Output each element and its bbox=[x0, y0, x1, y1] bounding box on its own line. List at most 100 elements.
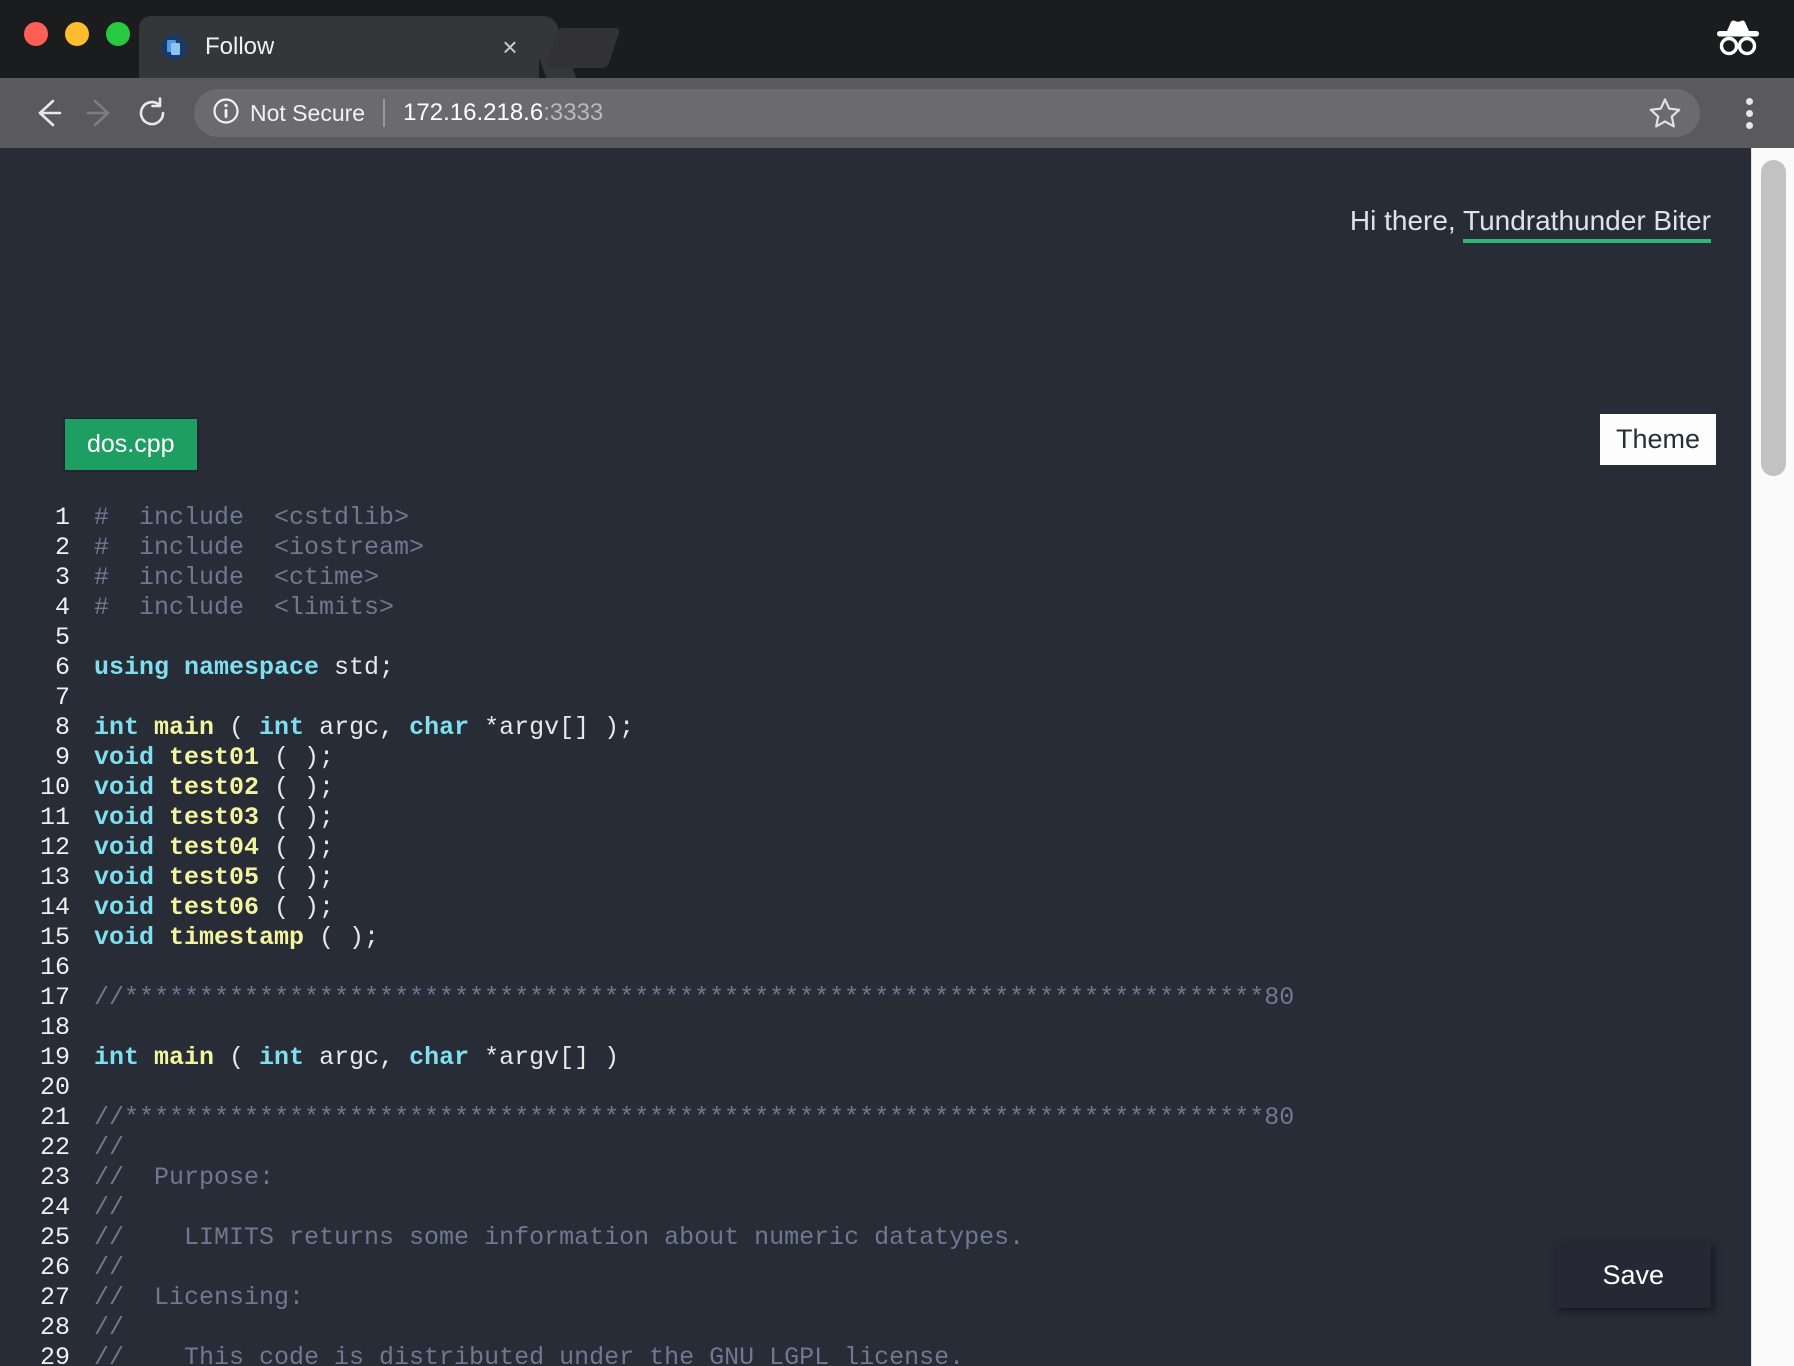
code-line: 20 bbox=[28, 1073, 1751, 1103]
line-text[interactable]: void test01 ( ); bbox=[94, 743, 1751, 773]
code-token: // LIMITS returns some information about… bbox=[94, 1223, 1025, 1252]
code-token: ( ); bbox=[259, 773, 335, 802]
code-line: 4 # include <limits> bbox=[28, 593, 1751, 623]
background-tab[interactable] bbox=[545, 28, 621, 68]
code-token: void bbox=[94, 803, 170, 832]
code-token: main bbox=[154, 1043, 215, 1072]
line-number: 16 bbox=[39, 953, 70, 982]
line-text[interactable]: // Licensing: bbox=[94, 1283, 1751, 1313]
code-token: // bbox=[94, 1253, 125, 1282]
code-line: 8 int main ( int argc, char *argv[] ); bbox=[28, 713, 1751, 743]
code-line: 19 int main ( int argc, char *argv[] ) bbox=[28, 1043, 1751, 1073]
url-text[interactable]: 172.16.218.6:3333 bbox=[403, 99, 603, 127]
line-text[interactable]: void test06 ( ); bbox=[94, 893, 1751, 923]
code-token: test01 bbox=[169, 743, 260, 772]
code-token: // This code is distributed under the GN… bbox=[94, 1343, 965, 1366]
code-line: 6 using namespace std; bbox=[28, 653, 1751, 683]
line-number: 10 bbox=[39, 773, 70, 802]
code-line: 7 bbox=[28, 683, 1751, 713]
browser-tab-follow[interactable]: Follow × bbox=[139, 16, 539, 78]
three-dot-menu-icon[interactable] bbox=[1726, 87, 1772, 139]
theme-button[interactable]: Theme bbox=[1599, 414, 1716, 466]
line-text[interactable]: //**************************************… bbox=[94, 1103, 1751, 1133]
line-number: 27 bbox=[39, 1283, 70, 1312]
close-icon[interactable]: × bbox=[495, 32, 525, 62]
line-text[interactable]: void test02 ( ); bbox=[94, 773, 1751, 803]
code-token: ( ); bbox=[304, 923, 380, 952]
back-arrow-icon[interactable] bbox=[22, 87, 74, 139]
forward-arrow-icon bbox=[74, 87, 126, 139]
line-text[interactable]: # include <iostream> bbox=[94, 533, 1751, 563]
url-host: 172.16.218.6 bbox=[403, 99, 544, 126]
line-text[interactable]: // bbox=[94, 1313, 1751, 1343]
line-number: 12 bbox=[39, 833, 70, 862]
code-token: //**************************************… bbox=[94, 1103, 1295, 1132]
line-text[interactable]: void test04 ( ); bbox=[94, 833, 1751, 863]
line-text[interactable] bbox=[94, 1073, 1751, 1103]
line-text[interactable]: # include <ctime> bbox=[94, 563, 1751, 593]
line-number: 28 bbox=[39, 1313, 70, 1342]
close-window-button[interactable] bbox=[24, 22, 48, 46]
code-token: test04 bbox=[169, 833, 260, 862]
browser-toolbar: Not Secure 172.16.218.6:3333 bbox=[0, 78, 1794, 148]
line-text[interactable]: void test03 ( ); bbox=[94, 803, 1751, 833]
minimize-window-button[interactable] bbox=[65, 22, 89, 46]
line-number: 25 bbox=[39, 1223, 70, 1252]
line-number: 15 bbox=[39, 923, 70, 952]
line-text[interactable]: void test05 ( ); bbox=[94, 863, 1751, 893]
line-text[interactable]: void timestamp ( ); bbox=[94, 923, 1751, 953]
scrollbar-thumb[interactable] bbox=[1761, 160, 1786, 476]
reload-icon[interactable] bbox=[126, 87, 178, 139]
line-number: 18 bbox=[39, 1013, 70, 1042]
star-icon[interactable] bbox=[1648, 96, 1682, 130]
line-text[interactable]: using namespace std; bbox=[94, 653, 1751, 683]
save-button[interactable]: Save bbox=[1555, 1242, 1711, 1308]
code-token: // bbox=[94, 1193, 125, 1222]
code-line: 1 # include <cstdlib> bbox=[28, 503, 1751, 533]
code-line: 25 // LIMITS returns some information abo… bbox=[28, 1223, 1751, 1253]
line-text[interactable]: // Purpose: bbox=[94, 1163, 1751, 1193]
line-text[interactable] bbox=[94, 623, 1751, 653]
code-token: test02 bbox=[169, 773, 260, 802]
page-scrollbar[interactable] bbox=[1751, 148, 1794, 1366]
line-text[interactable]: // LIMITS returns some information about… bbox=[94, 1223, 1751, 1253]
incognito-icon bbox=[1710, 16, 1766, 60]
code-line: 10 void test02 ( ); bbox=[28, 773, 1751, 803]
line-text[interactable] bbox=[94, 683, 1751, 713]
code-line: 24 // bbox=[28, 1193, 1751, 1223]
line-text[interactable]: //**************************************… bbox=[94, 983, 1751, 1013]
line-text[interactable] bbox=[94, 1013, 1751, 1043]
code-token: ( ); bbox=[259, 863, 335, 892]
line-number: 8 bbox=[54, 713, 70, 742]
line-text[interactable]: # include <limits> bbox=[94, 593, 1751, 623]
maximize-window-button[interactable] bbox=[106, 22, 130, 46]
code-editor[interactable]: 1 # include <cstdlib> 2 # include <iostream… bbox=[28, 503, 1751, 1366]
line-text[interactable]: int main ( int argc, char *argv[] ); bbox=[94, 713, 1751, 743]
line-number: 17 bbox=[39, 983, 70, 1012]
line-number: 2 bbox=[54, 533, 70, 562]
line-text[interactable]: // bbox=[94, 1253, 1751, 1283]
tab-title: Follow bbox=[205, 33, 275, 60]
line-text[interactable]: // bbox=[94, 1133, 1751, 1163]
line-text[interactable]: int main ( int argc, char *argv[] ) bbox=[94, 1043, 1751, 1073]
line-text[interactable] bbox=[94, 953, 1751, 983]
code-token: ( ); bbox=[259, 743, 335, 772]
line-text[interactable]: // This code is distributed under the GN… bbox=[94, 1343, 1751, 1366]
code-token: argc, bbox=[304, 713, 410, 742]
code-line: 21 //************************************… bbox=[28, 1103, 1751, 1133]
code-line: 13 void test05 ( ); bbox=[28, 863, 1751, 893]
info-circle-icon bbox=[212, 97, 240, 130]
address-bar[interactable]: Not Secure 172.16.218.6:3333 bbox=[194, 89, 1700, 137]
code-line: 9 void test01 ( ); bbox=[28, 743, 1751, 773]
file-tab-dos-cpp[interactable]: dos.cpp bbox=[63, 417, 199, 472]
code-line: 28 // bbox=[28, 1313, 1751, 1343]
line-text[interactable]: # include <cstdlib> bbox=[94, 503, 1751, 533]
line-text[interactable]: // bbox=[94, 1193, 1751, 1223]
code-token: // Licensing: bbox=[94, 1283, 305, 1312]
line-number: 23 bbox=[39, 1163, 70, 1192]
tab-strip: Follow × bbox=[0, 0, 1794, 78]
security-label: Not Secure bbox=[250, 99, 366, 126]
code-token: int bbox=[259, 713, 305, 742]
url-port: :3333 bbox=[543, 99, 604, 126]
security-status[interactable]: Not Secure bbox=[212, 97, 365, 130]
